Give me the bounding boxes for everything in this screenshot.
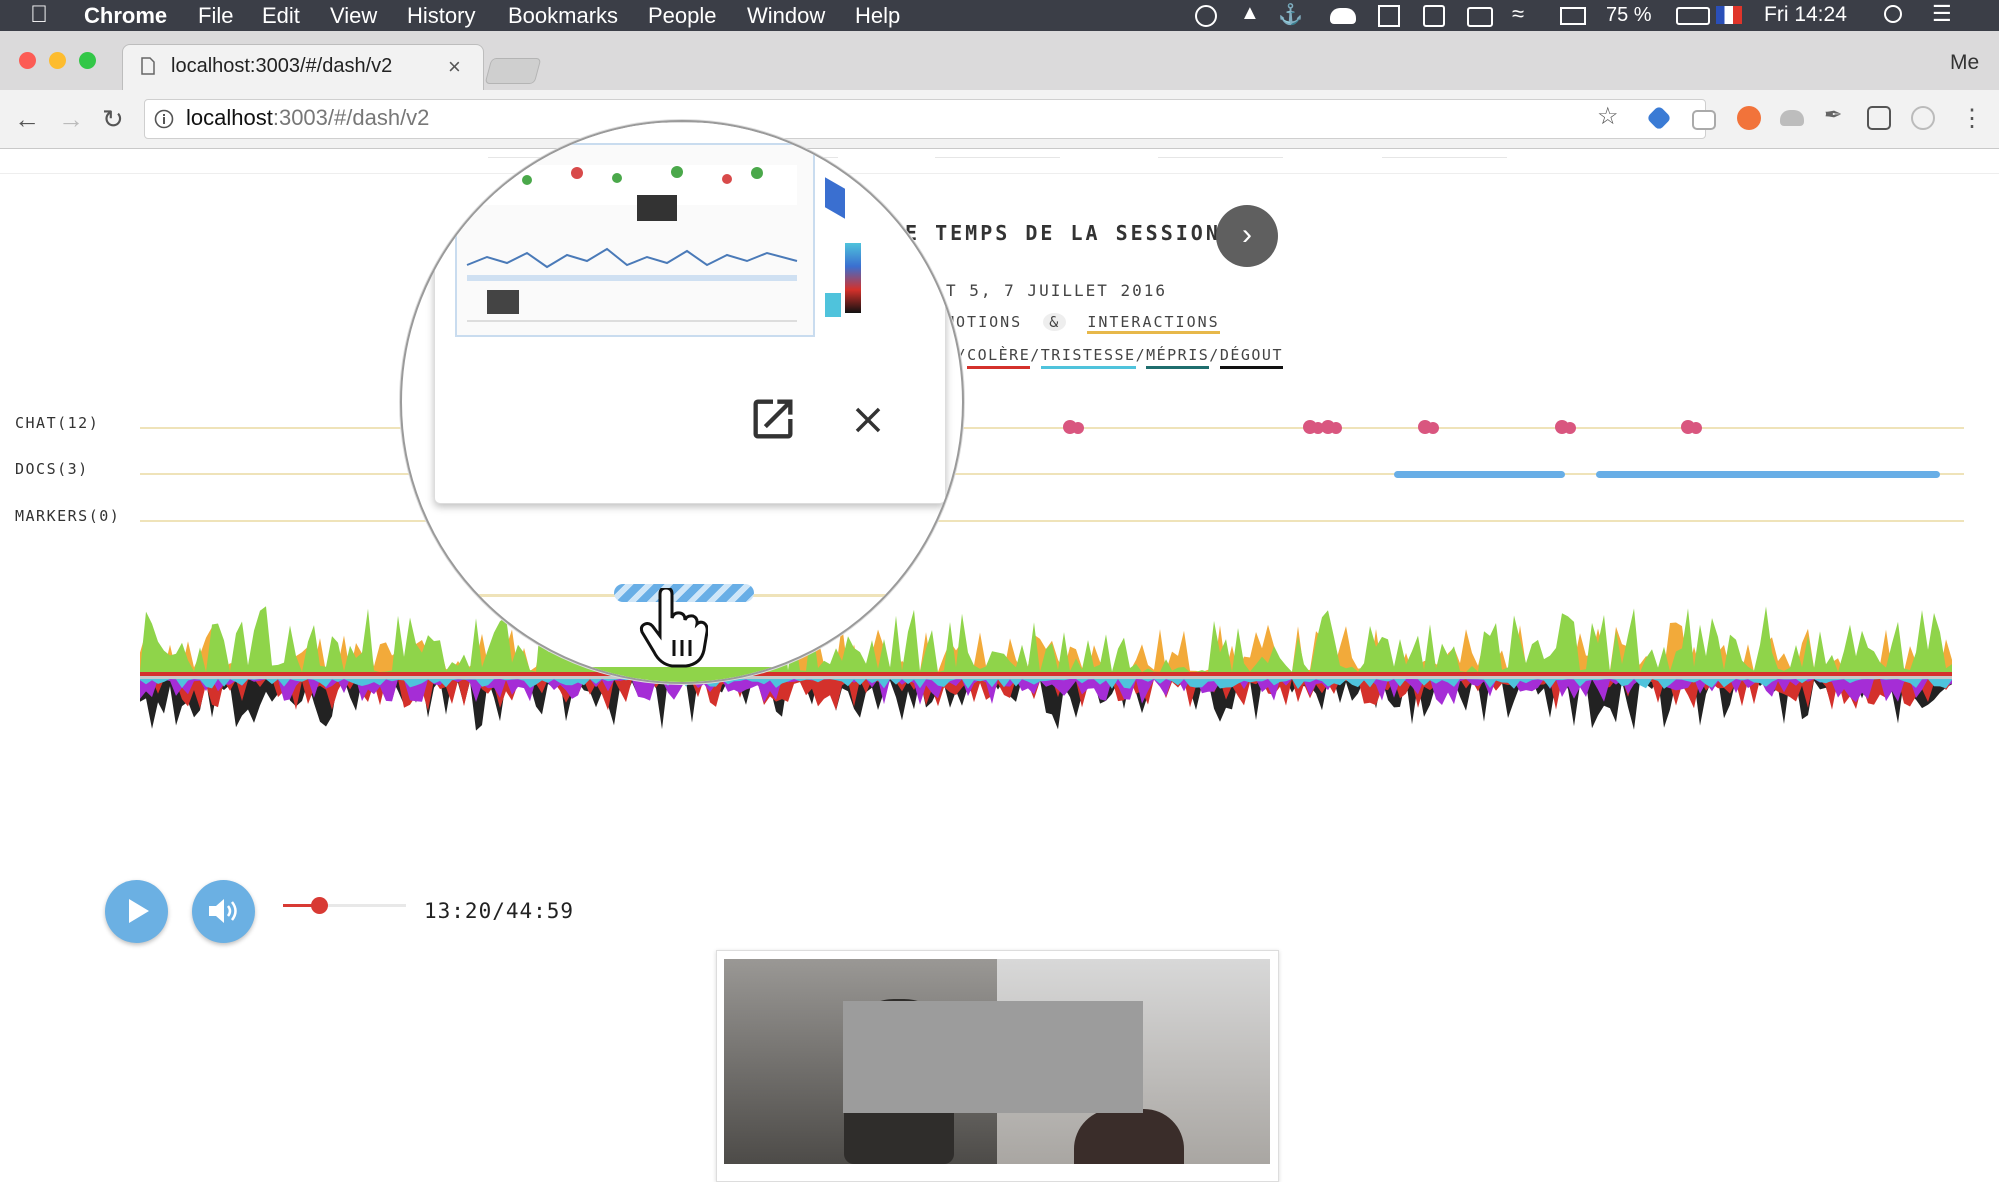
chat-event-icon[interactable] (1680, 419, 1704, 435)
volume-button[interactable] (192, 880, 255, 943)
battery-icon[interactable] (1676, 7, 1710, 25)
drive-icon[interactable]: ▲ (1240, 2, 1262, 24)
document-span[interactable] (1394, 471, 1565, 478)
chat-event-icon[interactable] (1062, 419, 1086, 435)
url-text: localhost:3003/#/dash/v2 (186, 105, 429, 131)
chevron-right-icon: › (1242, 218, 1252, 251)
notification-center-icon[interactable]: ☰ (1932, 1, 1952, 27)
markers-track (140, 520, 1964, 522)
thumbnail-strip (1158, 149, 1283, 158)
extension-ring-icon[interactable] (1911, 106, 1935, 130)
menu-item-file[interactable]: File (198, 3, 233, 29)
wifi-icon[interactable]: ≈ (1512, 1, 1534, 26)
screen-record-icon[interactable] (1423, 5, 1445, 27)
document-preview-popup (434, 122, 946, 504)
back-icon[interactable]: ← (14, 104, 40, 135)
negative-emotion-area (140, 679, 1952, 731)
menu-bar:  Chrome File Edit View History Bookmark… (0, 0, 1999, 31)
url-host: localhost (186, 105, 273, 130)
menu-item-people[interactable]: People (648, 3, 717, 29)
apple-icon[interactable]:  (30, 1, 48, 29)
volume-icon (209, 899, 237, 923)
thumbnail-strip (935, 149, 1060, 158)
menu-item-bookmarks[interactable]: Bookmarks (508, 3, 618, 29)
emotion-disgust[interactable]: DÉGOUT (1219, 346, 1283, 369)
progress-handle[interactable] (311, 897, 328, 914)
reload-icon[interactable]: ↻ (102, 104, 124, 135)
page-icon (141, 57, 155, 75)
memory-icon[interactable] (1467, 7, 1493, 27)
forward-icon[interactable]: → (58, 104, 84, 135)
menu-item-edit[interactable]: Edit (262, 3, 300, 29)
chat-event-icon[interactable] (1417, 419, 1441, 435)
next-session-button[interactable]: › (1216, 205, 1278, 267)
row-label-markers: MARKERS(0) (15, 507, 121, 525)
session-title: E TEMPS DE LA SESSION (905, 221, 1221, 245)
close-icon[interactable] (847, 399, 889, 441)
session-date: T 5, 7 JUILLET 2016 (946, 281, 1168, 300)
emotions-link[interactable]: MOTIONS (945, 313, 1022, 331)
extension-cast-icon[interactable] (1692, 110, 1716, 130)
redaction-box (843, 1001, 1143, 1113)
row-label-docs: DOCS(3) (15, 460, 89, 478)
spotlight-icon[interactable] (1884, 5, 1902, 23)
tab-title: localhost:3003/#/dash/v2 (171, 55, 393, 77)
interactions-link[interactable]: INTERACTIONS (1087, 313, 1220, 334)
emotion-filter-line: MOTIONS & INTERACTIONS (945, 313, 1220, 334)
ampersand: & (1043, 313, 1067, 331)
hand-cursor-icon (639, 588, 708, 668)
menu-item-help[interactable]: Help (855, 3, 900, 29)
eyedropper-icon[interactable]: ✒ (1824, 102, 1848, 127)
magnifier-lens (400, 120, 964, 684)
tab-close-icon[interactable]: × (448, 54, 461, 80)
url-path: :3003/#/dash/v2 (272, 105, 430, 130)
menu-item-view[interactable]: View (330, 3, 377, 29)
airplay-icon[interactable] (1560, 7, 1586, 25)
chat-event-icon[interactable] (1554, 419, 1578, 435)
new-tab-button[interactable] (484, 58, 542, 84)
info-icon[interactable] (154, 109, 174, 129)
cloud-icon[interactable] (1330, 8, 1356, 24)
extension-cloud-icon[interactable] (1780, 110, 1804, 126)
divider (0, 173, 1999, 174)
participant-silhouette (1074, 1109, 1184, 1164)
close-window-icon[interactable] (19, 52, 36, 69)
profile-button[interactable]: Me (1950, 51, 1979, 75)
docker-icon[interactable]: ⚓ (1278, 2, 1303, 26)
row-label-chat: CHAT(12) (15, 414, 100, 432)
battery-percent[interactable]: 75 % (1606, 4, 1652, 27)
play-icon (129, 899, 149, 923)
chat-event-icon[interactable] (1320, 419, 1344, 435)
maximize-window-icon[interactable] (79, 52, 96, 69)
thumbnail-strip (1382, 149, 1507, 158)
french-flag-icon[interactable] (1716, 6, 1742, 24)
extension-orange-icon[interactable] (1737, 106, 1761, 130)
menu-item-window[interactable]: Window (747, 3, 825, 29)
thumbnail-side-strip (825, 177, 885, 333)
menu-app-name[interactable]: Chrome (84, 3, 167, 29)
clock[interactable]: Fri 14:24 (1764, 3, 1847, 27)
play-button[interactable] (105, 880, 168, 943)
chrome-menu-icon[interactable]: ⋮ (1960, 104, 1984, 133)
emotion-contempt[interactable]: MÉPRIS (1146, 346, 1210, 369)
open-external-icon[interactable] (747, 393, 799, 445)
emotion-legend: R/COLÈRE/TRISTESSE/MÉPRIS/DÉGOUT (946, 346, 1283, 369)
minimize-window-icon[interactable] (49, 52, 66, 69)
menu-item-history[interactable]: History (407, 3, 475, 29)
extension-bulb-icon[interactable] (1867, 106, 1891, 130)
playback-time: 13:20/44:59 (424, 899, 575, 923)
app-h-icon[interactable] (1378, 5, 1400, 27)
document-thumbnail[interactable] (455, 143, 815, 337)
bookmark-star-icon[interactable]: ☆ (1597, 102, 1619, 131)
emotion-anger[interactable]: COLÈRE (967, 346, 1031, 369)
record-icon[interactable] (1195, 5, 1217, 27)
emotion-sadness[interactable]: TRISTESSE (1040, 346, 1136, 369)
document-span[interactable] (1596, 471, 1940, 478)
thumbnail-chart-image (466, 165, 798, 322)
video-player[interactable] (724, 959, 1270, 1164)
